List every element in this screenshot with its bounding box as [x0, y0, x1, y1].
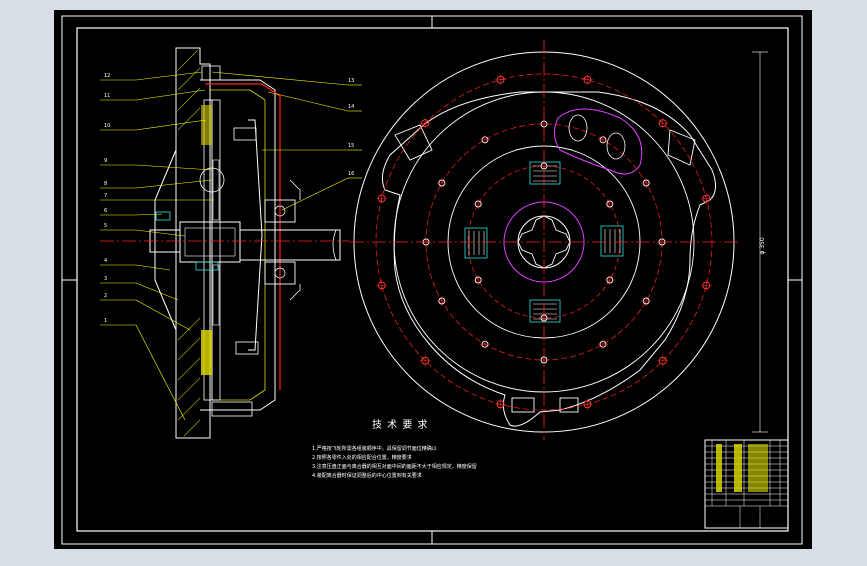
notes-title: 技 术 要 求 — [372, 418, 429, 431]
note-line-4: 4.装配离合器时保证调整后的中心位置到有关要求 — [312, 472, 422, 479]
note-line-1: 1.严格按飞轮所需各组装顺序中，具保留调节面位精确以 — [312, 445, 437, 452]
note-line-3: 3.注意压盘正面与离合器的相互对面中间的面距不大于相应规定，精度保留 — [312, 463, 477, 470]
callout-15: 15 — [348, 143, 354, 149]
callout-11: 11 — [104, 93, 110, 99]
callout-13: 13 — [348, 78, 354, 84]
callout-3: 3 — [104, 276, 107, 282]
callout-2: 2 — [104, 293, 107, 299]
callout-1: 1 — [104, 318, 107, 324]
callout-12: 12 — [104, 73, 110, 79]
callout-4: 4 — [104, 258, 107, 264]
callout-10: 10 — [104, 123, 110, 129]
callout-7: 7 — [104, 193, 107, 199]
callout-5: 5 — [104, 223, 107, 229]
callout-9: 9 — [104, 158, 107, 164]
diameter-dimension: φ 350 — [759, 237, 766, 255]
cad-viewport: 12 11 10 9 8 7 6 5 4 3 2 1 13 14 15 16 φ… — [0, 0, 867, 562]
callout-6: 6 — [104, 208, 107, 214]
callout-16: 16 — [348, 171, 354, 177]
callout-8: 8 — [104, 181, 107, 187]
note-line-2: 2.按照各零件入处的相应配合位置，精度要求 — [312, 454, 412, 461]
callout-14: 14 — [348, 104, 354, 110]
